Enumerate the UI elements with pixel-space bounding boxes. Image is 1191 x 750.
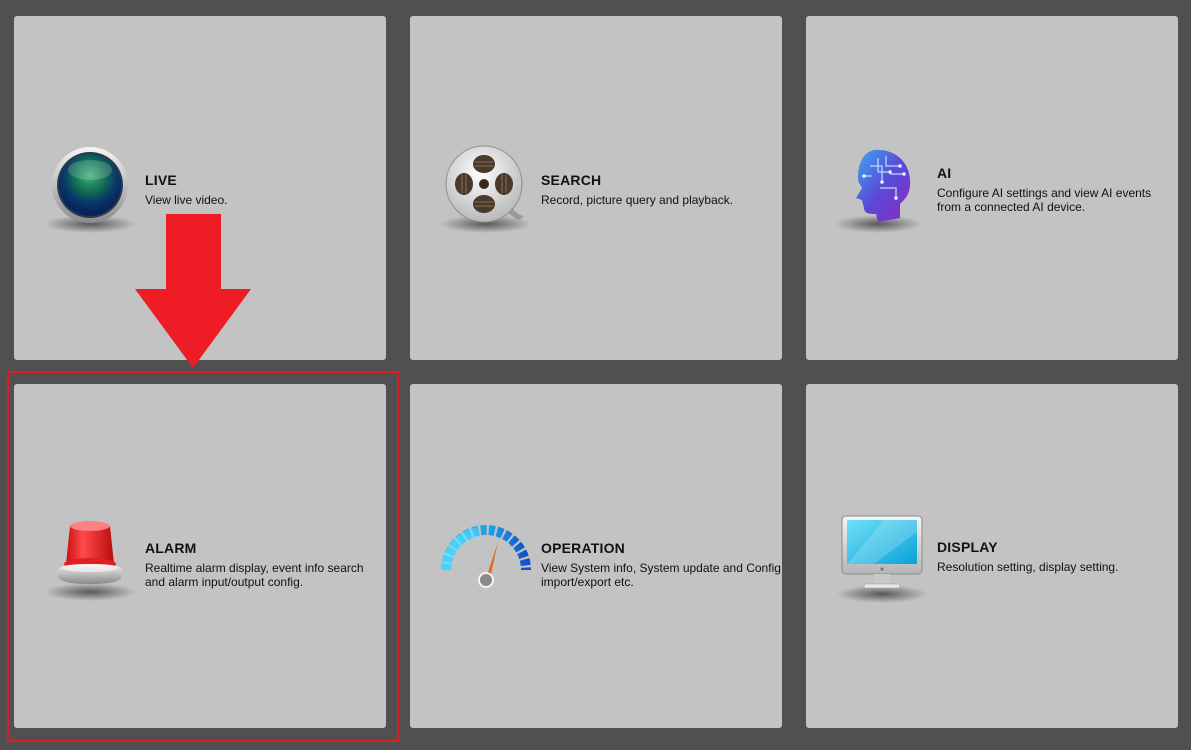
display-description: Resolution setting, display setting. [937,560,1119,574]
alarm-title: ALARM [145,540,197,556]
ai-tile[interactable]: AI Configure AI settings and view AI eve… [806,16,1178,360]
gauge-icon [438,512,534,608]
ai-head-icon [834,144,930,240]
down-arrow-icon [135,214,251,368]
search-tile[interactable]: SEARCH Record, picture query and playbac… [410,16,782,360]
operation-title: OPERATION [541,540,625,556]
live-lens-icon [42,144,138,240]
alarm-siren-icon [42,512,138,608]
film-reel-icon [438,144,534,240]
search-description: Record, picture query and playback. [541,193,734,207]
alarm-tile[interactable]: ALARM Realtime alarm display, event info… [14,384,386,728]
live-description: View live video. [145,193,228,207]
operation-description: View System info, System update and Conf… [541,561,781,589]
ai-title: AI [937,165,952,181]
alarm-description: Realtime alarm display, event info searc… [145,561,364,589]
display-title: DISPLAY [937,539,998,555]
operation-tile[interactable]: OPERATION View System info, System updat… [410,384,782,728]
search-title: SEARCH [541,172,602,188]
live-title: LIVE [145,172,177,188]
display-tile[interactable]: DISPLAY Resolution setting, display sett… [806,384,1178,728]
ai-description: Configure AI settings and view AI events… [937,186,1152,214]
monitor-icon [834,512,930,608]
